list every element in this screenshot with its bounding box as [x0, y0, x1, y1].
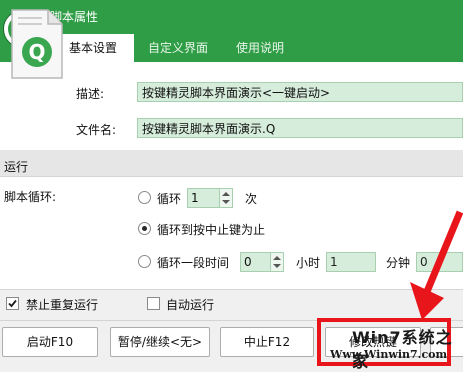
radio-loop-count[interactable]: [138, 191, 151, 204]
file-icon-letter: Q: [28, 40, 45, 64]
radio-loop-until-stop[interactable]: [138, 222, 151, 235]
start-button[interactable]: 启动F10: [2, 327, 98, 357]
annotation-arrow-icon: [410, 210, 463, 320]
timed-hours-value: 0: [244, 255, 252, 269]
script-file-icon: Q: [11, 9, 63, 79]
radio-loop-count-label: 循环: [157, 192, 182, 206]
auto-run-checkbox[interactable]: [147, 297, 160, 310]
tab-custom-interface[interactable]: 自定义界面: [136, 34, 220, 62]
timed-hours-stepper[interactable]: 0: [240, 252, 284, 272]
loop-count-unit: 次: [245, 192, 258, 206]
run-section-title: 运行: [4, 160, 29, 174]
hours-unit: 小时: [296, 256, 321, 270]
description-field[interactable]: 按键精灵脚本界面演示<一键启动>: [137, 82, 463, 102]
no-repeat-label: 禁止重复运行: [26, 298, 99, 312]
loop-count-stepper[interactable]: 1: [187, 188, 233, 208]
run-section-header: [0, 150, 463, 177]
no-repeat-checkbox[interactable]: [6, 297, 19, 310]
radio-loop-until-stop-label: 循环到按中止键为止: [157, 223, 266, 237]
pause-resume-button[interactable]: 暂停/继续<无>: [110, 327, 210, 357]
stepper-arrows-icon[interactable]: [270, 253, 283, 271]
filename-field[interactable]: 按键精灵脚本界面演示.Q: [137, 118, 463, 138]
tab-basic-settings[interactable]: 基本设置: [52, 34, 134, 62]
checkmark-icon: [8, 299, 17, 308]
tab-usage-instructions[interactable]: 使用说明: [222, 34, 298, 62]
radio-loop-timed-label: 循环一段时间: [157, 256, 230, 270]
auto-run-label: 自动运行: [166, 298, 215, 312]
stepper-arrows-icon[interactable]: [219, 189, 232, 207]
description-label: 描述:: [76, 87, 105, 101]
loop-count-value: 1: [191, 191, 199, 205]
script-loop-label: 脚本循环:: [4, 190, 57, 204]
stop-button[interactable]: 中止F12: [220, 327, 314, 357]
watermark-url: Www.Winwin7.com: [330, 348, 448, 361]
radio-loop-timed[interactable]: [138, 255, 151, 268]
filename-label: 文件名:: [76, 123, 117, 137]
timed-minutes-input[interactable]: 1: [326, 252, 376, 272]
